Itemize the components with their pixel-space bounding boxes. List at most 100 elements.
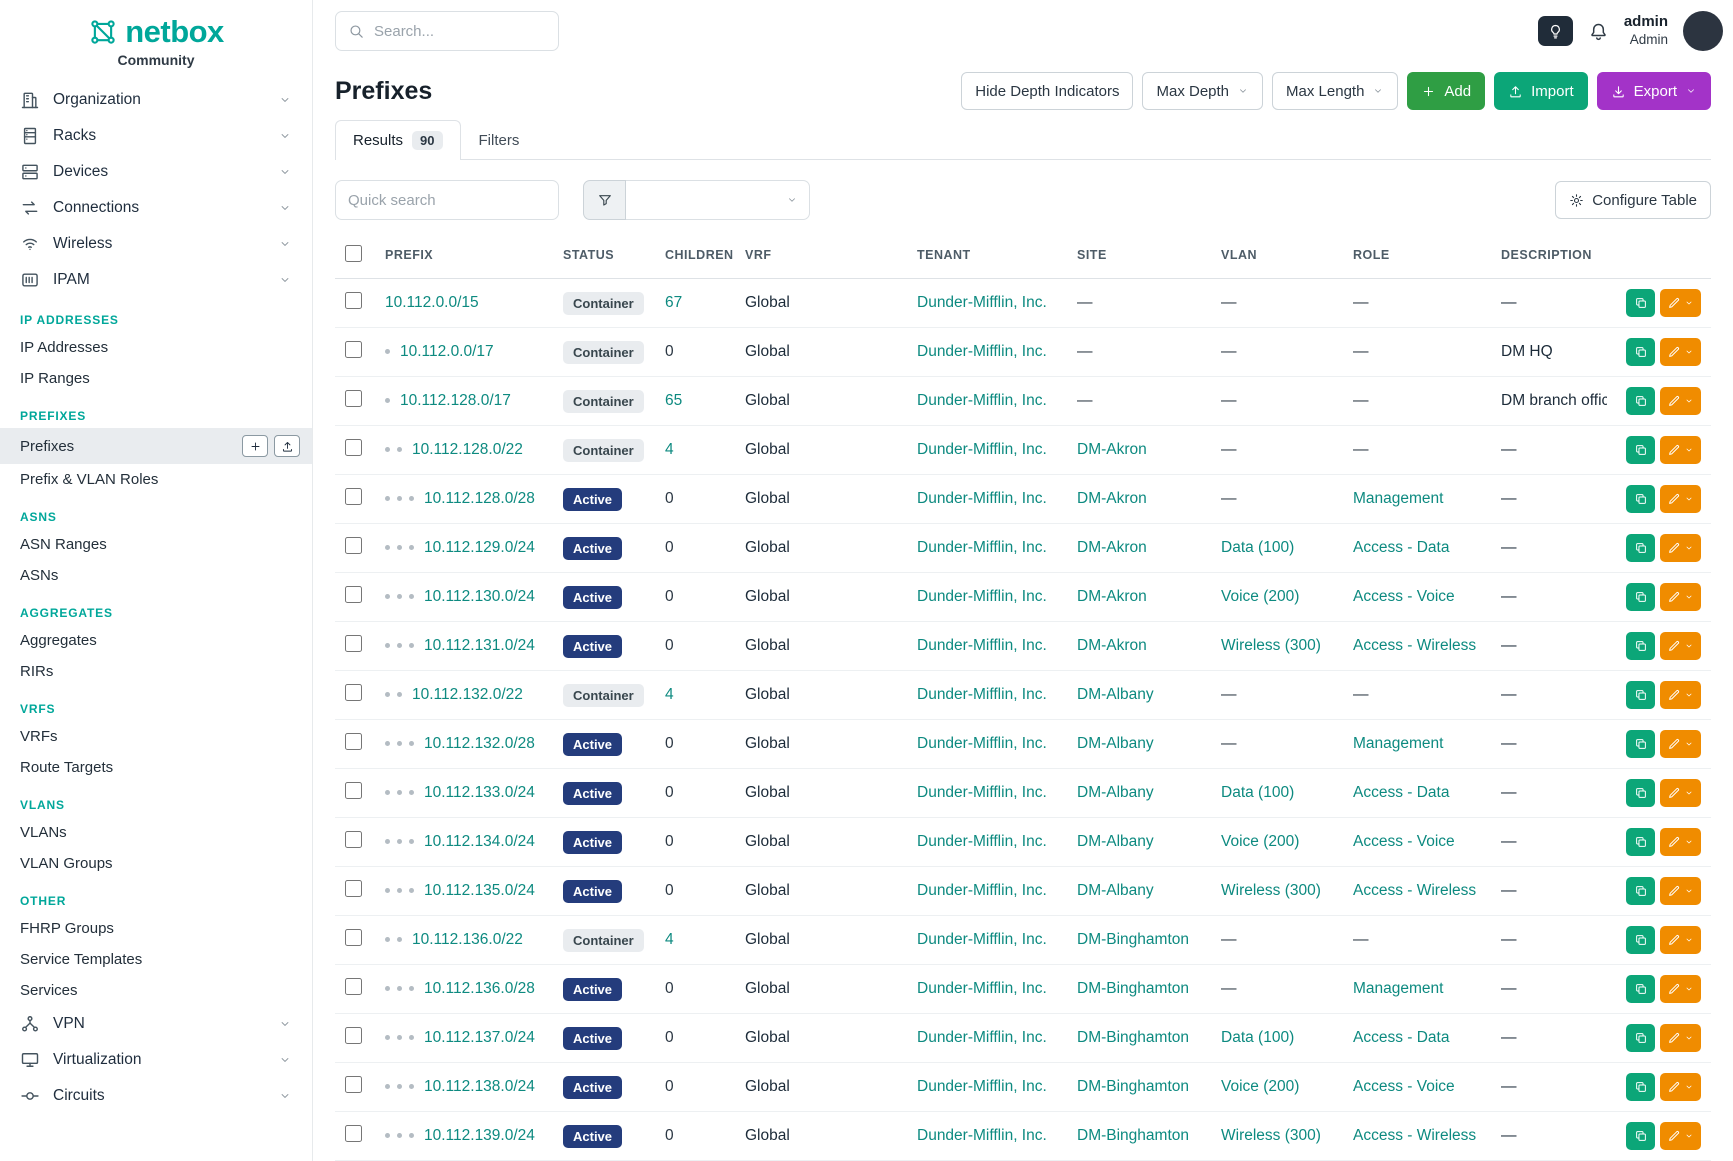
role-link[interactable]: Management <box>1353 980 1443 997</box>
prefix-link[interactable]: 10.112.0.0/15 <box>385 294 479 311</box>
site-link[interactable]: DM-Albany <box>1077 784 1154 801</box>
clone-button[interactable] <box>1626 975 1655 1003</box>
row-checkbox[interactable] <box>345 390 362 407</box>
tenant-link[interactable]: Dunder-Mifflin, Inc. <box>917 343 1047 360</box>
edit-button[interactable] <box>1660 975 1701 1003</box>
role-link[interactable]: Access - Voice <box>1353 1078 1455 1095</box>
row-checkbox[interactable] <box>345 684 362 701</box>
row-checkbox[interactable] <box>345 635 362 652</box>
prefix-link[interactable]: 10.112.133.0/24 <box>424 784 535 801</box>
column-header-children[interactable]: Children <box>655 232 735 279</box>
row-checkbox[interactable] <box>345 782 362 799</box>
tenant-link[interactable]: Dunder-Mifflin, Inc. <box>917 588 1047 605</box>
tenant-link[interactable]: Dunder-Mifflin, Inc. <box>917 1078 1047 1095</box>
prefix-link[interactable]: 10.112.135.0/24 <box>424 882 535 899</box>
row-checkbox[interactable] <box>345 292 362 309</box>
sidebar-item-vrfs[interactable]: VRFs <box>0 721 312 752</box>
clone-button[interactable] <box>1626 926 1655 954</box>
edit-button[interactable] <box>1660 534 1701 562</box>
site-link[interactable]: DM-Albany <box>1077 686 1154 703</box>
edit-button[interactable] <box>1660 730 1701 758</box>
row-checkbox[interactable] <box>345 929 362 946</box>
row-checkbox[interactable] <box>345 537 362 554</box>
children-count[interactable]: 4 <box>665 441 674 458</box>
role-link[interactable]: Access - Wireless <box>1353 882 1476 899</box>
site-link[interactable]: DM-Akron <box>1077 490 1147 507</box>
vlan-link[interactable]: Wireless (300) <box>1221 882 1321 899</box>
site-link[interactable]: DM-Binghamton <box>1077 1127 1189 1144</box>
sidebar-item-organization[interactable]: Organization <box>0 82 312 118</box>
sidebar-item-fhrp-groups[interactable]: FHRP Groups <box>0 913 312 944</box>
site-link[interactable]: DM-Akron <box>1077 539 1147 556</box>
prefix-link[interactable]: 10.112.0.0/17 <box>400 343 494 360</box>
edit-button[interactable] <box>1660 926 1701 954</box>
prefix-link[interactable]: 10.112.137.0/24 <box>424 1029 535 1046</box>
tenant-link[interactable]: Dunder-Mifflin, Inc. <box>917 392 1047 409</box>
vlan-link[interactable]: Voice (200) <box>1221 1078 1299 1095</box>
tab-results[interactable]: Results 90 <box>335 120 461 160</box>
sidebar-item-services[interactable]: Services <box>0 975 312 1006</box>
tenant-link[interactable]: Dunder-Mifflin, Inc. <box>917 490 1047 507</box>
clone-button[interactable] <box>1626 1073 1655 1101</box>
select-all-checkbox[interactable] <box>345 245 362 262</box>
sidebar-item-vpn[interactable]: VPN <box>0 1006 312 1042</box>
column-header-vlan[interactable]: VLAN <box>1211 232 1343 279</box>
row-checkbox[interactable] <box>345 341 362 358</box>
clone-button[interactable] <box>1626 730 1655 758</box>
sidebar-item-virtualization[interactable]: Virtualization <box>0 1042 312 1078</box>
site-link[interactable]: DM-Albany <box>1077 882 1154 899</box>
prefix-link[interactable]: 10.112.136.0/22 <box>412 931 523 948</box>
notifications-button[interactable] <box>1588 21 1609 42</box>
global-search[interactable] <box>335 11 559 51</box>
edit-button[interactable] <box>1660 1073 1701 1101</box>
edit-button[interactable] <box>1660 1122 1701 1150</box>
children-count[interactable]: 4 <box>665 931 674 948</box>
role-link[interactable]: Access - Data <box>1353 539 1449 556</box>
site-link[interactable]: DM-Akron <box>1077 441 1147 458</box>
edit-button[interactable] <box>1660 387 1701 415</box>
vlan-link[interactable]: Wireless (300) <box>1221 1127 1321 1144</box>
sidebar-item-ipam[interactable]: IPAM <box>0 262 312 298</box>
row-checkbox[interactable] <box>345 978 362 995</box>
prefix-link[interactable]: 10.112.136.0/28 <box>424 980 535 997</box>
sidebar-item-prefix-vlan-roles[interactable]: Prefix & VLAN Roles <box>0 464 312 495</box>
site-link[interactable]: DM-Akron <box>1077 637 1147 654</box>
column-header-status[interactable]: Status <box>553 232 655 279</box>
sidebar-item-aggregates[interactable]: Aggregates <box>0 625 312 656</box>
prefix-link[interactable]: 10.112.134.0/24 <box>424 833 535 850</box>
clone-button[interactable] <box>1626 681 1655 709</box>
site-link[interactable]: DM-Binghamton <box>1077 980 1189 997</box>
sidebar-item-route-targets[interactable]: Route Targets <box>0 752 312 783</box>
row-checkbox[interactable] <box>345 733 362 750</box>
column-header-tenant[interactable]: Tenant <box>907 232 1067 279</box>
tenant-link[interactable]: Dunder-Mifflin, Inc. <box>917 1127 1047 1144</box>
edit-button[interactable] <box>1660 779 1701 807</box>
site-link[interactable]: DM-Akron <box>1077 588 1147 605</box>
tenant-link[interactable]: Dunder-Mifflin, Inc. <box>917 980 1047 997</box>
edit-button[interactable] <box>1660 583 1701 611</box>
edit-button[interactable] <box>1660 289 1701 317</box>
role-link[interactable]: Management <box>1353 735 1443 752</box>
configure-table-button[interactable]: Configure Table <box>1555 181 1711 219</box>
role-link[interactable]: Access - Voice <box>1353 588 1455 605</box>
sidebar-item-ip-ranges[interactable]: IP Ranges <box>0 363 312 394</box>
row-checkbox[interactable] <box>345 1076 362 1093</box>
vlan-link[interactable]: Voice (200) <box>1221 833 1299 850</box>
clone-button[interactable] <box>1626 632 1655 660</box>
vlan-link[interactable]: Data (100) <box>1221 1029 1294 1046</box>
role-link[interactable]: Access - Data <box>1353 1029 1449 1046</box>
sidebar-item-prefixes[interactable]: Prefixes <box>0 428 312 464</box>
prefix-link[interactable]: 10.112.132.0/22 <box>412 686 523 703</box>
clone-button[interactable] <box>1626 485 1655 513</box>
clone-button[interactable] <box>1626 338 1655 366</box>
sidebar-item-vlans[interactable]: VLANs <box>0 817 312 848</box>
sidebar-item-vlan-groups[interactable]: VLAN Groups <box>0 848 312 879</box>
clone-button[interactable] <box>1626 828 1655 856</box>
clone-button[interactable] <box>1626 387 1655 415</box>
row-checkbox[interactable] <box>345 586 362 603</box>
site-link[interactable]: DM-Albany <box>1077 735 1154 752</box>
site-link[interactable]: DM-Binghamton <box>1077 1078 1189 1095</box>
role-link[interactable]: Access - Wireless <box>1353 1127 1476 1144</box>
role-link[interactable]: Access - Voice <box>1353 833 1455 850</box>
tab-filters[interactable]: Filters <box>461 120 538 160</box>
